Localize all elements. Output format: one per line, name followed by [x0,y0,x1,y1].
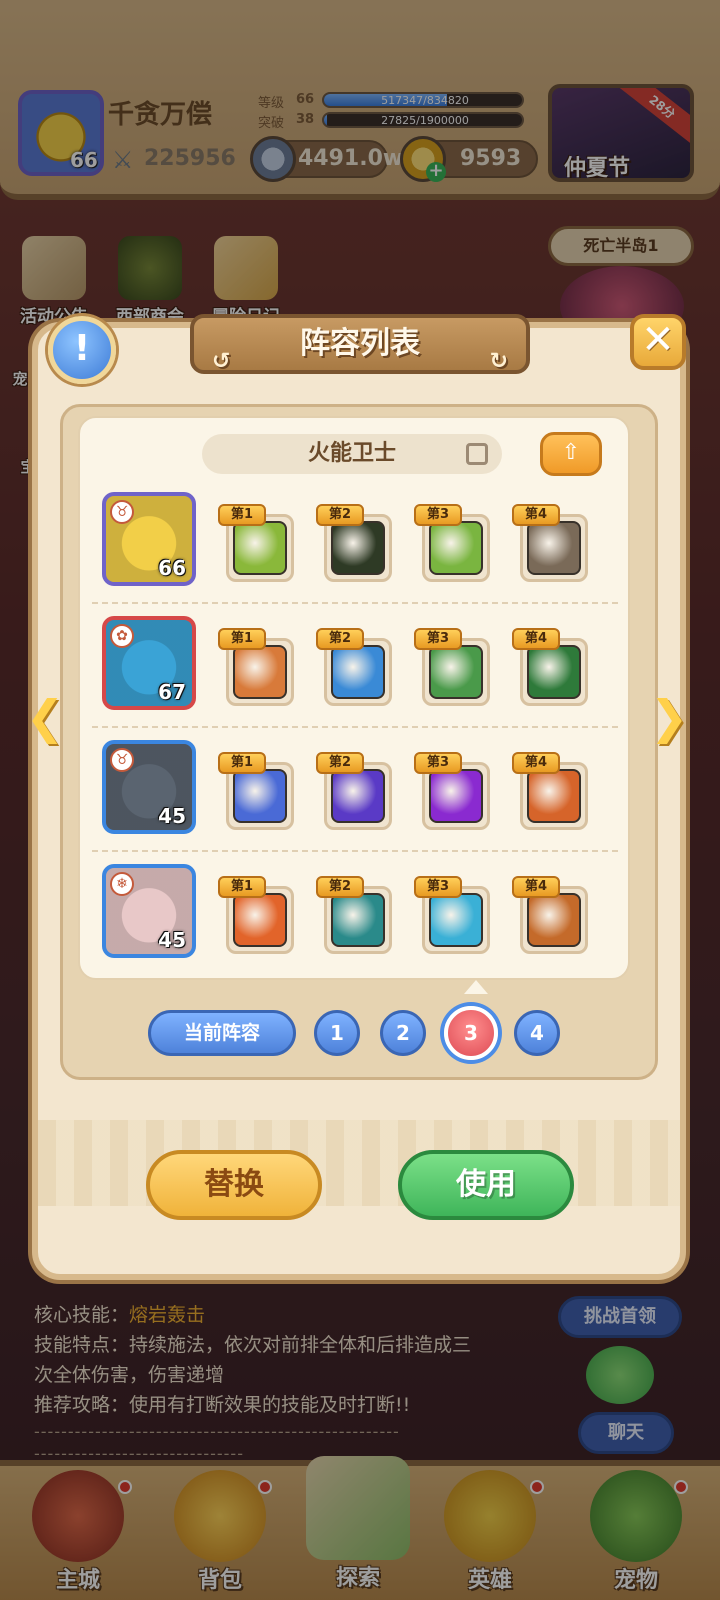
edit-name-icon[interactable] [466,443,488,465]
skill-order-tag: 第2 [316,876,364,898]
use-button[interactable]: 使用 [398,1150,574,1220]
skill-slot[interactable]: 第3 [414,752,492,834]
skill-slot[interactable]: 第1 [218,752,296,834]
skill-slot[interactable]: 第3 [414,628,492,710]
skill-slot[interactable]: 第4 [512,876,590,958]
current-lineup-label: 当前阵容 [148,1010,296,1056]
hero-portrait[interactable]: ♉ 45 [102,740,196,834]
paw-icon [527,769,581,823]
shadow-beast-icon [331,521,385,575]
horns-icon: ♉ [110,500,134,524]
info-button[interactable]: ! [48,316,116,384]
lineup-slot-3[interactable]: 3 [444,1006,498,1060]
lion-icon [233,645,287,699]
target-icon [429,645,483,699]
skill-order-tag: 第4 [512,628,560,650]
fire-hammer-icon [527,893,581,947]
green-blade-icon [527,645,581,699]
lineup-slot-4[interactable]: 4 [514,1010,560,1056]
skill-order-tag: 第4 [512,876,560,898]
hero-level: 67 [158,680,186,704]
skill-slot[interactable]: 第3 [414,504,492,586]
snowflake-icon: ❄ [110,872,134,896]
fist-hammer-icon [527,521,581,575]
red-mask-icon [331,893,385,947]
lineup-name[interactable]: 火能卫士 [202,434,502,474]
skill-order-tag: 第4 [512,752,560,774]
skill-order-tag: 第2 [316,504,364,526]
skill-slot[interactable]: 第4 [512,628,590,710]
ice-staff-icon [429,893,483,947]
skill-order-tag: 第1 [218,876,266,898]
skill-order-tag: 第3 [414,752,462,774]
skill-slot[interactable]: 第2 [316,876,394,958]
next-lineup-arrow[interactable]: ❯ [646,690,692,744]
fist-icon [233,893,287,947]
hero-row: ✿ 67 第1 第2 第3 第4 [90,616,620,728]
replace-button[interactable]: 替换 [146,1150,322,1220]
star-shield-icon [429,521,483,575]
share-lineup-button[interactable]: ⇧ [540,432,602,476]
hero-row: ❄ 45 第1 第2 第3 第4 [90,864,620,976]
purple-rain-icon [331,769,385,823]
skill-order-tag: 第3 [414,628,462,650]
skill-slot[interactable]: 第2 [316,504,394,586]
horns-icon: ♉ [110,748,134,772]
skill-order-tag: 第3 [414,504,462,526]
row-divider [92,850,618,852]
active-slot-pointer [464,980,488,994]
leaf-icon: ✿ [110,624,134,648]
hero-portrait[interactable]: ✿ 67 [102,616,196,710]
skill-slot[interactable]: 第4 [512,504,590,586]
hero-portrait[interactable]: ❄ 45 [102,864,196,958]
dialog-title: ↺ 阵容列表 ↻ [190,314,530,374]
lineup-slot-2[interactable]: 2 [380,1010,426,1056]
close-button[interactable]: ✕ [630,314,686,370]
dialog-footer-decoration [38,1120,680,1206]
dialog-title-text: 阵容列表 [300,326,420,361]
hero-row: ♉ 66 第1 第2 第3 第4 [90,492,620,604]
skill-slot[interactable]: 第1 [218,628,296,710]
blue-claw-icon [233,769,287,823]
spiked-arrow-icon [233,521,287,575]
previous-lineup-arrow[interactable]: ❮ [22,690,68,744]
skill-order-tag: 第3 [414,876,462,898]
purple-burst-icon [429,769,483,823]
skill-slot[interactable]: 第3 [414,876,492,958]
row-divider [92,602,618,604]
skill-slot[interactable]: 第2 [316,752,394,834]
hero-level: 45 [158,928,186,952]
hero-level: 66 [158,556,186,580]
hero-portrait[interactable]: ♉ 66 [102,492,196,586]
skill-slot[interactable]: 第1 [218,504,296,586]
spear-icon [331,645,385,699]
skill-order-tag: 第1 [218,752,266,774]
skill-order-tag: 第2 [316,752,364,774]
skill-order-tag: 第4 [512,504,560,526]
skill-slot[interactable]: 第4 [512,752,590,834]
row-divider [92,726,618,728]
title-swirl-right-icon: ↻ [489,349,508,374]
skill-order-tag: 第2 [316,628,364,650]
skill-slot[interactable]: 第2 [316,628,394,710]
skill-order-tag: 第1 [218,628,266,650]
lineup-slot-1[interactable]: 1 [314,1010,360,1056]
skill-slot[interactable]: 第1 [218,876,296,958]
hero-level: 45 [158,804,186,828]
skill-order-tag: 第1 [218,504,266,526]
hero-row: ♉ 45 第1 第2 第3 第4 [90,740,620,852]
title-swirl-left-icon: ↺ [212,349,231,374]
